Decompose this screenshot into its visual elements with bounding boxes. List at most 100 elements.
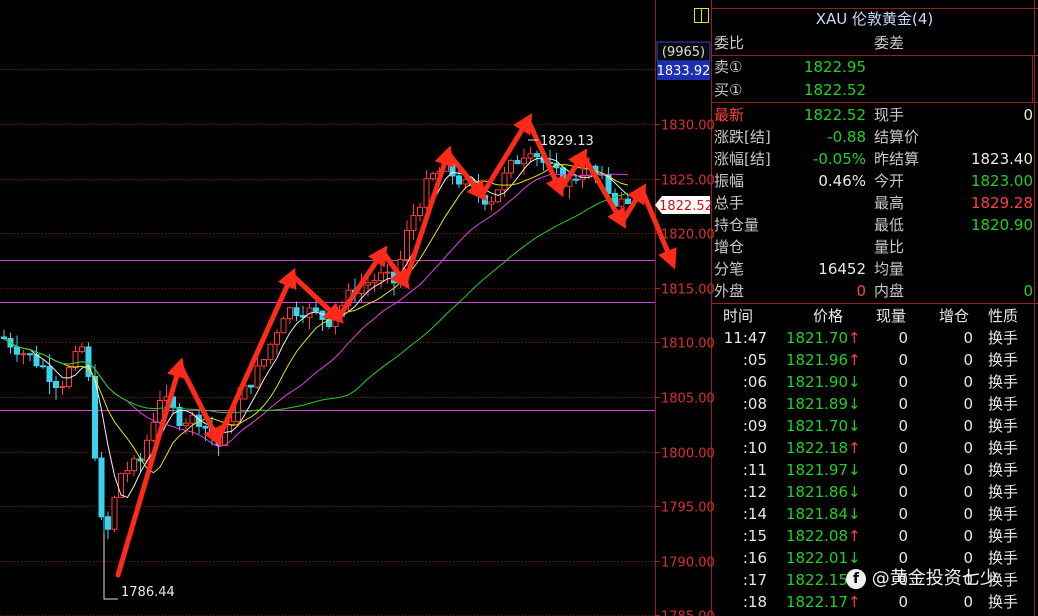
trade-time: :14 [742,505,767,523]
trade-direction-icon: ↓ [848,395,861,413]
stat-label: 涨幅[结] [714,150,771,168]
stat-label: 结算价 [874,128,920,146]
trade-price: 1822.18 [785,439,848,457]
trade-volume: 0 [898,505,908,523]
candle-body [508,159,514,174]
trade-direction-icon: ↑ [848,439,861,457]
trades-header: 时间 价格 现量 增仓 性质 [711,305,1038,327]
candle-body [274,332,280,345]
tick-label: 1785.00 [661,610,715,616]
candle-body [98,457,105,518]
stat-label: 持仓量 [714,216,760,234]
stat-label: 今开 [874,172,905,190]
trade-nature: 换手 [988,329,1019,347]
trade-volume: 0 [898,527,908,545]
tick-label: 1810.00 [661,337,715,352]
buy-value: 1822.52 [803,81,866,99]
volume-tag: (9965) [662,45,705,60]
stat-value: 1822.52 [803,106,866,124]
trade-volume: 0 [898,417,908,435]
trade-price: 1821.89 [785,395,848,413]
candle-body [183,422,189,427]
commission-diff-label: 委差 [874,34,905,52]
sell-row: 卖① 1822.95 [711,56,1038,78]
stat-value: 0 [1023,106,1033,124]
candle-body [365,282,371,286]
stat-value: -0.88 [827,128,866,146]
tick-label: 1800.00 [661,447,715,462]
quote-panel: XAU 伦敦黄金(4) 委比 委差 卖① 1822.95 买① 1822.52 … [711,8,1038,616]
tick-label: 1830.00 [661,119,715,134]
trade-direction-icon: ↓ [848,505,861,523]
trade-time: :12 [742,483,767,501]
trade-time: :06 [742,373,767,391]
support-lines [0,260,655,411]
stat-label: 最高 [874,194,905,212]
candle-body [371,280,378,284]
candle-body [261,359,267,367]
candle-body [14,346,20,355]
candle-body [131,458,137,472]
trade-oi-change: 0 [963,395,973,413]
stat-label: 分笔 [714,260,745,278]
trade-oi-change: 0 [963,373,973,391]
candle-body [202,425,209,429]
trade-time: :15 [742,527,767,545]
tick-label: 1795.00 [661,501,715,516]
trade-time: :17 [742,571,767,589]
col-oi-change: 增仓 [939,307,970,325]
candle-body [378,272,384,282]
candle-body [105,516,111,530]
trade-oi-change: 0 [963,461,973,479]
trade-direction-icon: ↓ [848,483,861,501]
trade-nature: 换手 [988,505,1019,523]
trade-direction-icon: ↓ [848,461,861,479]
price-gridlines [0,69,655,616]
trade-oi-change: 0 [963,351,973,369]
candle-body [625,198,631,204]
stat-label: 量比 [874,238,905,256]
trade-direction-icon: ↓ [848,417,861,435]
candle-body [573,178,579,181]
candle-body [124,470,131,475]
stat-value: -0.05% [812,150,866,168]
trade-time: :10 [742,439,767,457]
trade-oi-change: 0 [963,593,973,611]
stat-label: 总手 [714,194,745,212]
stat-label: 昨结算 [874,150,920,168]
stat-label: 增仓 [714,238,745,256]
trade-oi-change: 0 [963,483,973,501]
stat-row: 分笔 16452 均量 [711,258,1038,280]
candle-body [150,421,157,441]
trade-volume: 0 [898,593,908,611]
trade-price: 1822.01 [785,549,848,567]
stat-value: 0 [1023,282,1033,300]
tick-label: 1815.00 [661,283,715,298]
candle-body [521,157,527,165]
trade-row: 11:47 1821.70 ↑ 0 0 换手 [711,327,1038,349]
trade-nature: 换手 [988,395,1019,413]
candle-body [618,198,625,207]
trade-price: 1821.90 [785,373,848,391]
candle-body [27,353,33,356]
instrument-title: XAU 伦敦黄金(4) [815,10,934,28]
facebook-icon: f [846,569,866,589]
buy-row: 买① 1822.52 [711,79,1038,101]
trade-price: 1821.70 [785,417,848,435]
stat-value: 1829.28 [970,194,1033,212]
col-time: 时间 [723,307,754,325]
candle-body [527,153,534,159]
trade-row: :18 1822.17 ↑ 0 0 换手 [711,591,1038,613]
candle-body [267,343,274,361]
buy-label: 买① [714,81,743,99]
trade-price: 1822.17 [785,593,848,611]
trade-volume: 0 [898,351,908,369]
candle-body [514,159,521,165]
candle-body [248,384,254,388]
col-volume: 现量 [876,307,907,325]
trade-nature: 换手 [988,593,1019,611]
tick-label: 1805.00 [661,392,715,407]
candle-body [111,496,118,530]
stat-label: 外盘 [714,282,745,300]
trade-time: :09 [742,417,767,435]
